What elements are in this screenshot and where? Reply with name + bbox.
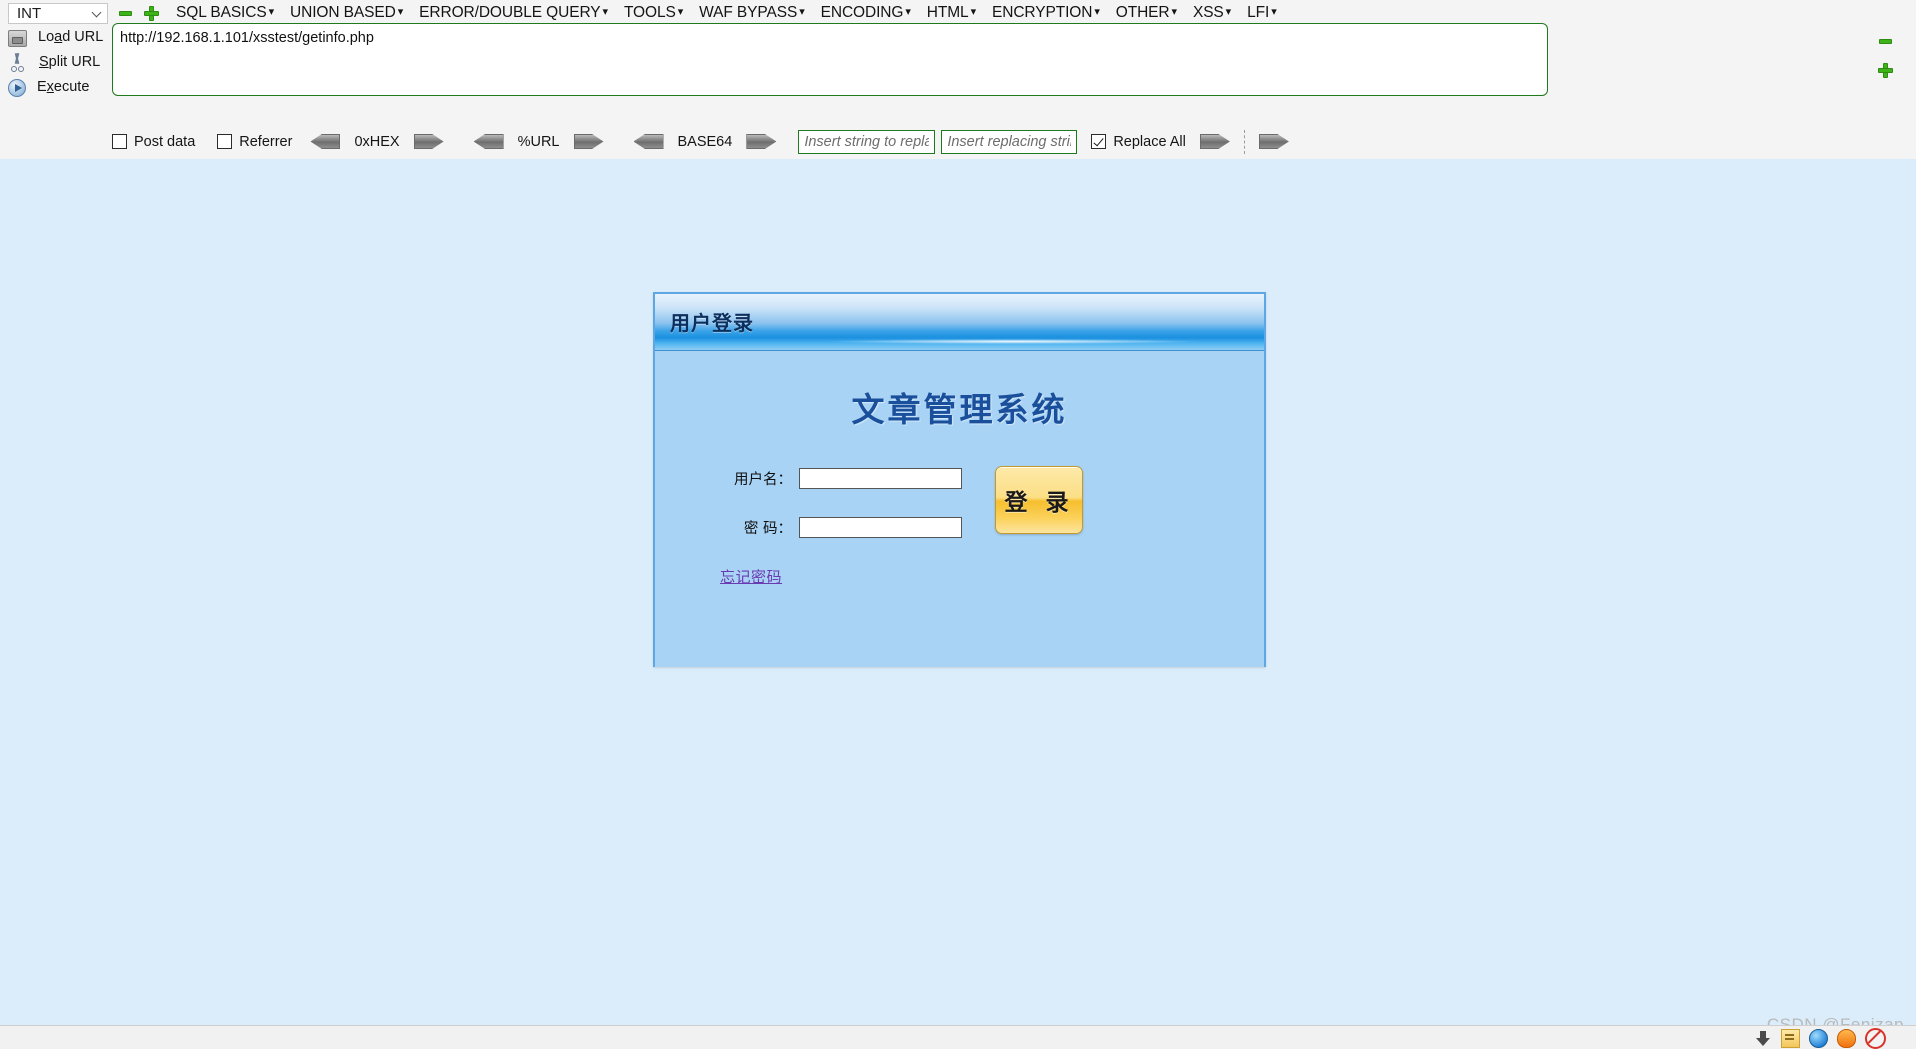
replace-all-checkbox[interactable]: Replace All <box>1091 134 1186 150</box>
base64-encode-arrow-icon[interactable] <box>746 134 776 149</box>
replace-apply-arrow-icon[interactable] <box>1200 134 1230 149</box>
menu-lfi-label: LFI <box>1247 4 1270 21</box>
status-bar-icons <box>1755 1028 1886 1049</box>
payload-type-selector[interactable]: INT <box>8 2 108 24</box>
password-label: 密 码： <box>743 521 792 537</box>
referrer-checkbox[interactable]: Referrer <box>217 134 292 150</box>
menu-waf-bypass[interactable]: WAF BYPASS ▾ <box>699 4 805 22</box>
password-input[interactable] <box>799 517 962 538</box>
url-side-icons <box>1877 33 1897 79</box>
minus-icon[interactable] <box>1877 33 1894 50</box>
hex-decode-arrow-icon[interactable] <box>310 134 340 149</box>
caret-icon: ▾ <box>1271 6 1277 18</box>
chevron-down-icon <box>93 8 103 18</box>
menu-waf-bypass-label: WAF BYPASS <box>699 4 798 21</box>
system-title: 文章管理系统 <box>851 390 1068 429</box>
caret-icon: ▾ <box>905 6 911 18</box>
menu-xss-label: XSS <box>1192 4 1224 21</box>
menu-error-double-query-label: ERROR/DOUBLE QUERY <box>419 4 601 21</box>
note-icon[interactable] <box>1781 1029 1800 1048</box>
login-panel-title: 用户登录 <box>670 311 754 335</box>
caret-icon: ▾ <box>268 6 275 18</box>
username-input[interactable] <box>799 468 962 489</box>
menu-other-label: OTHER <box>1115 4 1170 21</box>
replace-to-input[interactable] <box>941 129 1078 154</box>
login-panel-header: 用户登录 <box>655 294 1264 351</box>
referrer-checkbox-box <box>217 134 233 149</box>
referrer-label: Referrer <box>239 133 293 150</box>
username-row: 用户名： <box>720 468 962 489</box>
post-data-checkbox[interactable]: Post data <box>112 134 195 150</box>
replace-all-label: Replace All <box>1113 133 1186 150</box>
menu-encryption[interactable]: ENCRYPTION ▾ <box>992 4 1100 22</box>
menu-sql-basics-label: SQL BASICS <box>176 4 267 21</box>
options-divider <box>1243 129 1245 154</box>
execute-icon <box>8 78 26 97</box>
minus-icon[interactable] <box>117 5 134 22</box>
load-url-label: Load URL <box>38 29 104 45</box>
url-decode-arrow-icon[interactable] <box>474 134 504 149</box>
base64-label: BASE64 <box>677 133 733 150</box>
page-content: 用户登录 文章管理系统 用户名： 密 码： 登 录 忘记密码 CSDN @Fen… <box>0 159 1916 1049</box>
load-url-button[interactable]: Load URL <box>8 26 103 48</box>
block-icon[interactable] <box>1865 1028 1886 1049</box>
menu-error-double-query[interactable]: ERROR/DOUBLE QUERY ▾ <box>419 4 608 22</box>
execute-label: Execute <box>37 79 90 95</box>
menu-html-label: HTML <box>926 4 969 21</box>
menu-lfi[interactable]: LFI ▾ <box>1247 4 1277 22</box>
post-data-label: Post data <box>134 133 196 150</box>
menu-encryption-label: ENCRYPTION <box>992 4 1093 21</box>
download-icon[interactable] <box>1755 1030 1772 1047</box>
caret-icon: ▾ <box>970 6 977 18</box>
menu-html[interactable]: HTML ▾ <box>927 4 976 22</box>
url-encode-arrow-icon[interactable] <box>574 134 604 149</box>
caret-icon: ▾ <box>1171 6 1178 18</box>
hex-label: 0xHEX <box>354 133 400 150</box>
post-data-checkbox-box <box>112 134 127 149</box>
caret-icon: ▾ <box>1225 6 1232 18</box>
caret-icon: ▾ <box>799 6 805 18</box>
caret-icon: ▾ <box>397 6 404 18</box>
menu-tools-label: TOOLS <box>623 4 676 21</box>
login-submit-button[interactable]: 登 录 <box>995 466 1083 534</box>
menu-encoding[interactable]: ENCODING ▾ <box>821 4 911 22</box>
url-input[interactable] <box>112 23 1548 96</box>
globe-icon[interactable] <box>1809 1029 1828 1048</box>
caret-icon: ▾ <box>602 6 609 18</box>
password-row: 密 码： <box>720 517 962 538</box>
menu-sql-basics[interactable]: SQL BASICS ▾ <box>176 4 274 22</box>
split-url-button[interactable]: Split URL <box>8 51 100 73</box>
url-encoding-label: %URL <box>517 133 560 150</box>
split-url-icon <box>8 52 28 72</box>
menu-xss[interactable]: XSS ▾ <box>1193 4 1231 22</box>
hackbar-actions: Load URL Split URL Execute <box>0 26 105 106</box>
load-url-icon <box>8 29 27 47</box>
hackbar-options-row: Post data Referrer 0xHEX %URL BASE64 Rep… <box>0 124 1916 159</box>
login-panel: 用户登录 文章管理系统 用户名： 密 码： 登 录 忘记密码 <box>653 292 1266 667</box>
hex-encode-arrow-icon[interactable] <box>414 134 444 149</box>
menu-encoding-label: ENCODING <box>820 4 904 21</box>
status-bar <box>0 1025 1916 1049</box>
split-url-label: Split URL <box>39 54 101 70</box>
caret-icon: ▾ <box>677 6 684 18</box>
caret-icon: ▾ <box>1094 6 1100 18</box>
login-panel-body: 文章管理系统 用户名： 密 码： 登 录 忘记密码 <box>655 351 1264 667</box>
base64-decode-arrow-icon[interactable] <box>634 134 664 149</box>
extra-apply-arrow-icon[interactable] <box>1259 134 1289 149</box>
flame-icon[interactable] <box>1837 1029 1856 1048</box>
plus-icon[interactable] <box>1877 62 1894 79</box>
payload-type-value: INT <box>17 4 42 22</box>
menu-other[interactable]: OTHER ▾ <box>1116 4 1177 22</box>
replace-from-input[interactable] <box>798 129 936 154</box>
menu-union-based[interactable]: UNION BASED ▾ <box>290 4 403 22</box>
replace-all-checkbox-box <box>1091 134 1107 149</box>
username-label: 用户名： <box>734 472 792 488</box>
menu-tools[interactable]: TOOLS ▾ <box>624 4 683 22</box>
menu-union-based-label: UNION BASED <box>290 4 396 21</box>
execute-button[interactable]: Execute <box>8 76 89 98</box>
forgot-password-link[interactable]: 忘记密码 <box>720 566 782 587</box>
hackbar-toolbar: INT SQL BASICS ▾ UNION BASED ▾ ERROR/DOUBL… <box>0 0 1916 159</box>
plus-icon[interactable] <box>143 5 160 22</box>
